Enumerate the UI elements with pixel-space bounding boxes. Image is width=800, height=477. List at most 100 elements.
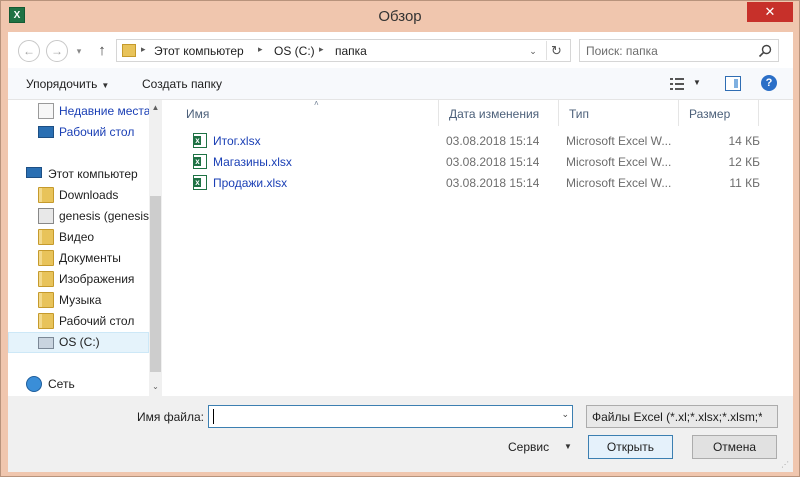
column-header-name[interactable]: Имя ˄ [176, 99, 439, 126]
navigation-pane: Недавние места Рабочий стол Этот компьют… [8, 100, 162, 396]
open-file-dialog: X Обзор ✕ ← → ▾ ↑ ▸ Этот компьютер ▸ OS … [0, 0, 800, 477]
sidebar-item-downloads[interactable]: Downloads [8, 185, 149, 206]
folder-icon [38, 187, 54, 203]
tools-menu-button[interactable]: Сервис [508, 440, 549, 454]
file-name: Итог.xlsx [213, 134, 261, 148]
breadcrumb-folder[interactable]: папка [335, 44, 367, 58]
filename-combobox[interactable]: ⌄ [208, 405, 573, 428]
file-type-filter-select[interactable]: Файлы Excel (*.xl;*.xlsx;*.xlsm;*. [586, 405, 778, 428]
folder-icon [38, 229, 54, 245]
sidebar-item-this-pc[interactable]: Этот компьютер [8, 164, 149, 185]
cancel-button[interactable]: Отмена [692, 435, 777, 459]
file-date: 03.08.2018 15:14 [446, 176, 540, 190]
sidebar-item-label: Этот компьютер [48, 167, 138, 181]
folder-icon [122, 44, 136, 57]
organize-label: Упорядочить [26, 77, 98, 91]
dropdown-arrow-icon[interactable]: ▼ [564, 442, 572, 451]
search-box[interactable] [579, 39, 779, 62]
sort-ascending-icon: ˄ [314, 99, 319, 108]
sidebar-item-label: Документы [59, 251, 121, 265]
folder-icon [38, 271, 54, 287]
preview-pane-icon[interactable] [725, 76, 741, 91]
sidebar-item-label: genesis (genesist [59, 209, 149, 223]
file-type: Microsoft Excel W... [566, 134, 671, 148]
excel-file-icon [193, 154, 207, 169]
scroll-up-icon[interactable]: ▲ [149, 100, 162, 116]
sidebar-item-label: Рабочий стол [59, 125, 135, 139]
sidebar-item-pictures[interactable]: Изображения [8, 269, 149, 290]
new-folder-button[interactable]: Создать папку [142, 77, 222, 91]
table-row[interactable]: Магазины.xlsx 03.08.2018 15:14 Microsoft… [166, 151, 793, 172]
sidebar-item-user-folder[interactable]: genesis (genesist [8, 206, 149, 227]
address-bar[interactable]: ▸ Этот компьютер ▸ OS (C:) ▸ папка ⌄ ↻ [116, 39, 571, 62]
sidebar-item-desktop-favorite[interactable]: Рабочий стол [8, 122, 149, 143]
chevron-down-icon[interactable]: ⌄ [561, 409, 569, 420]
sidebar-item-recent-places[interactable]: Недавние места [8, 101, 149, 122]
sidebar-item-video[interactable]: Видео [8, 227, 149, 248]
sidebar-item-desktop[interactable]: Рабочий стол [8, 311, 149, 332]
column-header-date[interactable]: Дата изменения [439, 100, 559, 126]
folder-icon [38, 292, 54, 308]
excel-file-icon [193, 175, 207, 190]
file-date: 03.08.2018 15:14 [446, 134, 540, 148]
sidebar-item-label: Изображения [59, 272, 135, 286]
sidebar-item-label: Недавние места [59, 104, 149, 118]
breadcrumb-this-pc[interactable]: Этот компьютер [154, 44, 244, 58]
filename-input[interactable] [213, 409, 548, 425]
computer-icon [26, 167, 42, 178]
sidebar-item-label: Рабочий стол [59, 314, 135, 328]
back-button[interactable]: ← [18, 40, 40, 62]
sidebar-item-label: Музыка [59, 293, 102, 307]
breadcrumb-separator-icon[interactable]: ▸ [258, 44, 263, 55]
sidebar-item-label: Видео [59, 230, 95, 244]
column-header-label: Имя [186, 107, 210, 121]
file-type-filter-value: Файлы Excel (*.xl;*.xlsx;*.xlsm;*. [592, 410, 762, 424]
up-button[interactable]: ↑ [92, 40, 112, 62]
file-name: Магазины.xlsx [213, 155, 292, 169]
sidebar-item-os-drive[interactable]: OS (C:) [8, 332, 149, 353]
sidebar-item-music[interactable]: Музыка [8, 290, 149, 311]
file-name: Продажи.xlsx [213, 176, 288, 190]
refresh-icon[interactable]: ↻ [546, 41, 566, 60]
title-bar[interactable]: X Обзор ✕ [1, 1, 799, 33]
dropdown-arrow-icon: ▼ [101, 81, 110, 90]
file-size: 12 КБ [728, 155, 760, 169]
recent-locations-dropdown[interactable]: ▾ [72, 42, 86, 60]
sidebar-item-documents[interactable]: Документы [8, 248, 149, 269]
resize-grip-icon[interactable]: ⋰ [781, 460, 791, 470]
dialog-client-area: ← → ▾ ↑ ▸ Этот компьютер ▸ OS (C:) ▸ пап… [8, 32, 793, 472]
chevron-down-icon[interactable]: ⌄ [526, 43, 540, 59]
change-view-icon[interactable] [670, 77, 684, 91]
breadcrumb-drive[interactable]: OS (C:) [274, 44, 315, 58]
forward-button[interactable]: → [46, 40, 68, 62]
scrollbar-thumb[interactable] [150, 196, 161, 372]
table-row[interactable]: Итог.xlsx 03.08.2018 15:14 Microsoft Exc… [166, 130, 793, 151]
search-icon[interactable] [757, 43, 773, 59]
navigation-scrollbar[interactable]: ▲ ⌄ [149, 100, 162, 396]
file-type: Microsoft Excel W... [566, 155, 671, 169]
file-list: Имя ˄ Дата изменения Тип Размер Итог.xls… [166, 99, 793, 396]
recent-places-icon [38, 103, 54, 119]
dialog-footer: Имя файла: ⌄ Файлы Excel (*.xl;*.xlsx;*.… [8, 396, 793, 472]
file-type: Microsoft Excel W... [566, 176, 671, 190]
drive-icon [38, 337, 54, 349]
table-row[interactable]: Продажи.xlsx 03.08.2018 15:14 Microsoft … [166, 172, 793, 193]
address-row: ← → ▾ ↑ ▸ Этот компьютер ▸ OS (C:) ▸ пап… [8, 32, 793, 68]
help-icon[interactable]: ? [761, 75, 777, 91]
search-input[interactable] [586, 43, 751, 59]
column-header-type[interactable]: Тип [559, 100, 679, 126]
sidebar-item-label: Сеть [48, 377, 75, 391]
organize-menu[interactable]: Упорядочить ▼ [26, 77, 109, 91]
column-header-size[interactable]: Размер [679, 100, 759, 126]
view-options-dropdown-icon[interactable]: ▼ [693, 78, 701, 87]
filename-label: Имя файла: [137, 410, 204, 424]
scroll-down-icon[interactable]: ⌄ [149, 379, 162, 395]
close-button[interactable]: ✕ [747, 2, 793, 22]
breadcrumb-separator-icon[interactable]: ▸ [141, 44, 146, 55]
desktop-icon [38, 126, 54, 138]
breadcrumb-separator-icon[interactable]: ▸ [319, 44, 324, 55]
open-button[interactable]: Открыть [588, 435, 673, 459]
sidebar-item-network[interactable]: Сеть [8, 374, 149, 395]
file-size: 11 КБ [729, 176, 760, 190]
window-title: Обзор [378, 8, 422, 25]
